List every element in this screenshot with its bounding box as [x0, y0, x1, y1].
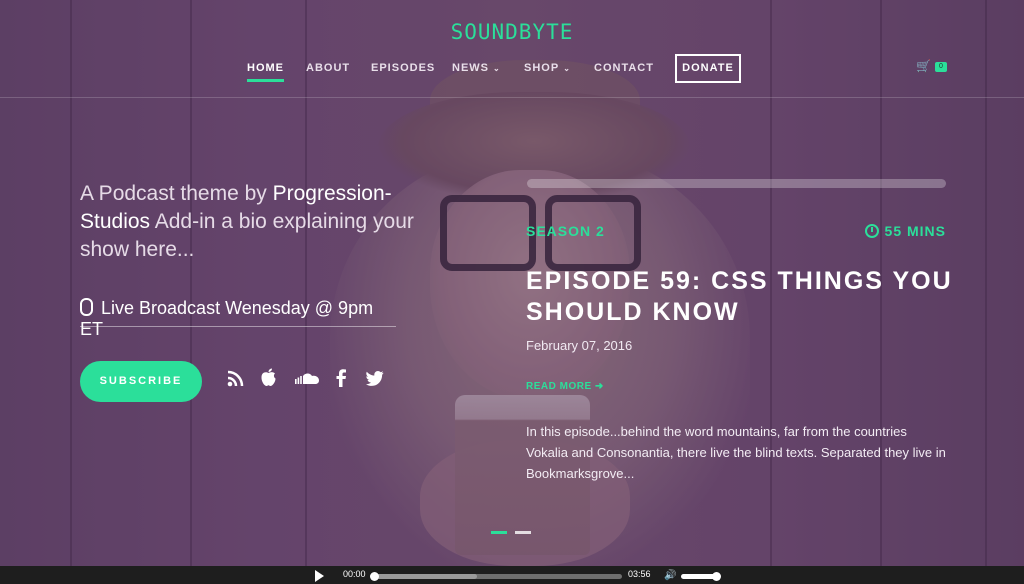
episode-progress-bar[interactable]	[527, 179, 946, 188]
total-time: 03:56	[628, 569, 651, 579]
cart-icon[interactable]: 🛒	[916, 59, 931, 73]
nav-episodes[interactable]: EPISODES	[371, 62, 435, 74]
apple-icon[interactable]	[260, 368, 277, 387]
episode-season: SEASON 2	[526, 223, 605, 239]
microphone-icon	[80, 298, 93, 316]
seek-handle[interactable]	[370, 572, 379, 581]
nav-shop[interactable]: SHOP ⌄	[524, 62, 571, 74]
episode-date: February 07, 2016	[526, 338, 633, 353]
intro-text-before: A Podcast theme by	[80, 182, 273, 205]
nav-contact[interactable]: CONTACT	[594, 62, 654, 74]
chevron-down-icon: ⌄	[493, 64, 501, 73]
nav-home[interactable]: HOME	[247, 62, 284, 82]
header-divider	[0, 97, 1024, 98]
current-time: 00:00	[343, 569, 366, 579]
soundcloud-icon[interactable]	[294, 372, 320, 385]
clock-icon	[864, 224, 879, 238]
arrow-right-icon: ➜	[594, 381, 604, 392]
episode-duration-text: 55 MINS	[884, 223, 946, 239]
slider-dot-2[interactable]	[515, 531, 531, 534]
slider-dot-1[interactable]	[491, 531, 507, 534]
site-logo[interactable]: SOUNDBYTE	[0, 20, 1024, 44]
episode-description: In this episode...behind the word mounta…	[526, 424, 946, 481]
volume-slider[interactable]	[681, 572, 721, 581]
nav-home-label: HOME	[247, 62, 284, 74]
audio-player: 00:00 03:56 🔊	[0, 566, 1024, 584]
episode-duration: 55 MINS	[864, 223, 946, 239]
seek-bar[interactable]	[370, 572, 622, 581]
volume-icon[interactable]: 🔊	[664, 570, 676, 581]
nav-news-label: NEWS	[452, 62, 489, 74]
twitter-icon[interactable]	[366, 371, 384, 386]
live-broadcast-line: Live Broadcast Wenesday @ 9pm ET	[80, 298, 396, 339]
facebook-icon[interactable]	[336, 369, 347, 387]
nav-about[interactable]: ABOUT	[306, 62, 350, 74]
read-more-label: READ MORE	[526, 381, 592, 392]
read-more-link[interactable]: READ MORE ➜	[526, 381, 604, 392]
play-icon[interactable]	[315, 570, 324, 582]
nav-news[interactable]: NEWS ⌄	[452, 62, 501, 74]
subscribe-button[interactable]: SUBSCRIBE	[80, 361, 202, 402]
episode-title[interactable]: EPISODE 59: CSS THINGS YOU SHOULD KNOW	[526, 266, 956, 328]
rss-icon[interactable]	[227, 370, 244, 387]
nav-shop-label: SHOP	[524, 62, 560, 74]
cart-count-badge: 0	[935, 62, 947, 72]
seek-buffered	[372, 574, 477, 579]
chevron-down-icon: ⌄	[563, 64, 571, 73]
volume-handle[interactable]	[712, 572, 721, 581]
podcast-intro: A Podcast theme by Progression-Studios A…	[80, 180, 450, 264]
active-nav-indicator	[247, 79, 284, 82]
main-nav: HOME ABOUT EPISODES NEWS ⌄ SHOP ⌄ CONTACT …	[0, 54, 1024, 83]
donate-button[interactable]: DONATE	[675, 54, 741, 83]
